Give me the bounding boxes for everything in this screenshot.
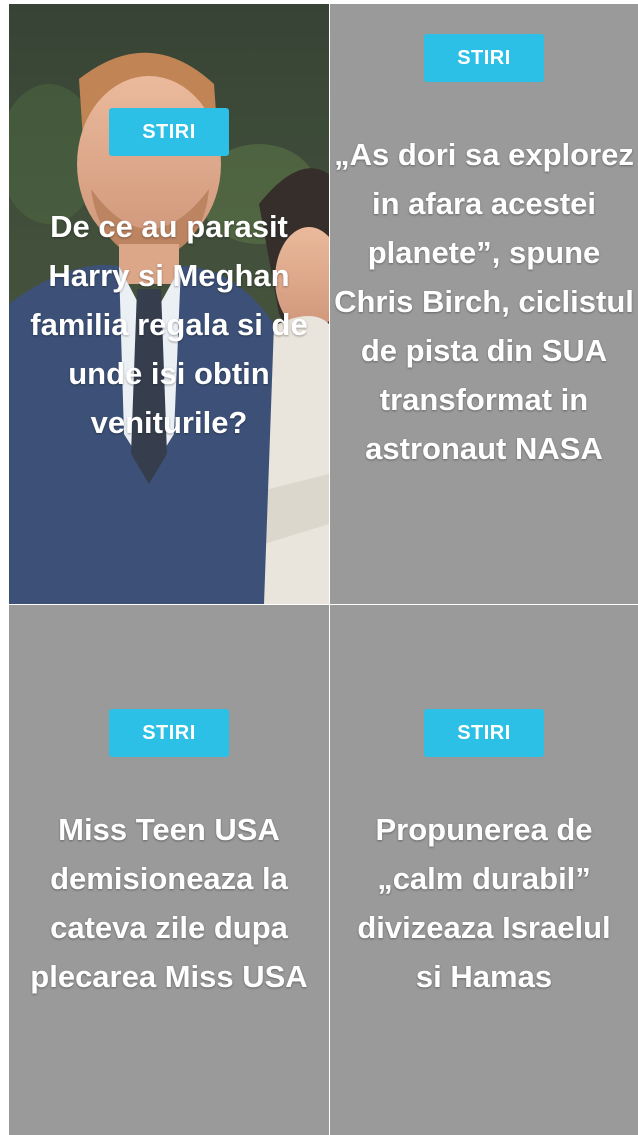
article-title[interactable]: Miss Teen USA demisioneaza la cateva zil… bbox=[19, 805, 319, 1001]
category-badge[interactable]: STIRI bbox=[109, 709, 229, 757]
article-card-israel-hamas[interactable]: STIRI Propunerea de „calm durabil” diviz… bbox=[330, 605, 638, 1135]
category-badge[interactable]: STIRI bbox=[424, 34, 544, 82]
article-title[interactable]: De ce au parasit Harry si Meghan familia… bbox=[19, 202, 319, 447]
article-title[interactable]: „As dori sa explorez in afara acestei pl… bbox=[334, 130, 634, 473]
category-badge[interactable]: STIRI bbox=[424, 709, 544, 757]
article-title[interactable]: Propunerea de „calm durabil” divizeaza I… bbox=[344, 805, 624, 1001]
news-grid: STIRI De ce au parasit Harry si Meghan f… bbox=[9, 4, 638, 1135]
article-card-harry-meghan[interactable]: STIRI De ce au parasit Harry si Meghan f… bbox=[9, 4, 329, 604]
article-card-chris-birch[interactable]: STIRI „As dori sa explorez in afara aces… bbox=[330, 4, 638, 604]
article-card-miss-teen-usa[interactable]: STIRI Miss Teen USA demisioneaza la cate… bbox=[9, 605, 329, 1135]
category-badge[interactable]: STIRI bbox=[109, 108, 229, 156]
